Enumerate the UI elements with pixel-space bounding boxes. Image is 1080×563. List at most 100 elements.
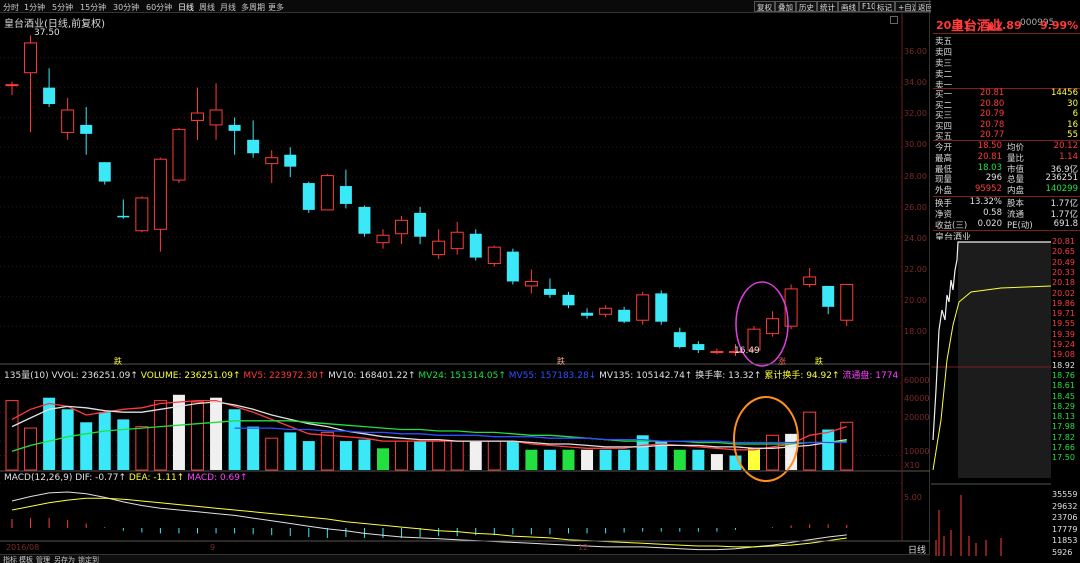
stat-value: 1.14	[1059, 151, 1078, 162]
price-axis-label: 20.00	[904, 296, 927, 305]
bid-price: 20.80	[980, 98, 1005, 109]
candle-body	[692, 344, 705, 351]
price-axis-label: 22.00	[904, 265, 927, 274]
mv135-value: MV135: 105142.74↑	[599, 371, 693, 381]
low-price-label: 16.49	[734, 346, 760, 356]
volume-bar	[191, 401, 204, 471]
event-marker[interactable]: 跌	[815, 356, 823, 367]
volume-bar	[581, 449, 594, 470]
volume-bar	[710, 454, 723, 470]
price-axis-label: 24.00	[904, 234, 927, 243]
candle-body	[599, 307, 613, 315]
candle-body	[562, 294, 575, 306]
volume-value: VOLUME: 236251.09↑	[140, 371, 241, 381]
candle-body	[43, 87, 56, 105]
volume-bar	[803, 411, 817, 471]
candle-body	[228, 124, 241, 131]
cumulative-turnover-value: 累计换手: 94.92↑	[764, 371, 840, 381]
indicator-tab-bar: 指标 模板 管理 另存为 锁定到	[0, 554, 930, 563]
bid-price: 20.79	[980, 109, 1005, 119]
price-axis-label: 36.00	[904, 47, 927, 56]
macd-series	[0, 482, 902, 551]
mv10-value: MV10: 168401.22↑	[328, 371, 416, 381]
candle-body	[710, 351, 724, 354]
price-axis-label: 28.00	[904, 172, 927, 181]
candlestick-series	[5, 35, 854, 356]
volume-bar	[320, 431, 334, 471]
bid-price: 20.77	[980, 130, 1005, 140]
intraday-price-label: 20.65	[1052, 247, 1075, 257]
intraday-volume-label: 29632	[1052, 501, 1078, 511]
volume-bar	[822, 429, 835, 470]
price-axis-label: 30.00	[904, 140, 927, 149]
volume-bar	[599, 449, 612, 470]
event-marker[interactable]: 跌	[114, 356, 122, 367]
volume-bar	[506, 441, 519, 470]
tab-manage[interactable]: 管理	[36, 555, 50, 563]
tab-indicator[interactable]: 指标	[3, 555, 17, 563]
candle-body	[209, 109, 223, 126]
volume-bar	[210, 397, 223, 470]
volume-bar	[432, 440, 446, 471]
candle-body	[822, 285, 835, 307]
volume-axis-label: 20000	[904, 413, 930, 422]
macd-value: MACD: 0.69↑	[187, 473, 248, 483]
tab-template[interactable]: 模板	[19, 555, 33, 563]
candle-body	[506, 251, 519, 282]
macd-dea-value: DEA: -1.11↑	[128, 473, 185, 483]
price-grid	[0, 57, 902, 327]
price-change: ▲1.89	[986, 19, 1022, 32]
volume-bar	[117, 419, 130, 470]
stat-value: 0.020	[977, 218, 1002, 229]
intraday-price-label: 19.08	[1052, 350, 1075, 360]
stat-value: 20.12	[1053, 141, 1078, 151]
high-price-label: 37.50	[34, 28, 60, 38]
intraday-chart[interactable]	[931, 240, 1051, 556]
kline-chart[interactable]	[0, 0, 930, 554]
bid-volume: 16	[1067, 119, 1078, 130]
intraday-price-label: 18.45	[1052, 391, 1075, 401]
stat-label: PE(动)	[1007, 220, 1033, 231]
candle-body	[618, 309, 631, 322]
tab-lock-to[interactable]: 锁定到	[78, 555, 99, 563]
event-marker[interactable]: 跌	[557, 356, 565, 367]
intraday-volume-label: 35559	[1052, 490, 1078, 499]
candle-body	[24, 42, 38, 74]
stat-value: 236251	[1045, 173, 1078, 184]
intraday-price-label: 19.39	[1052, 329, 1075, 339]
intraday-price-label: 18.76	[1052, 370, 1075, 380]
macd-legend: MACD(12,26,9) DIF: -0.77↑ DEA: -1.11↑ MA…	[4, 473, 248, 483]
volume-bar	[414, 441, 427, 470]
event-marker[interactable]: 涨	[778, 356, 786, 367]
float-shares-value: 流通盘: 1774	[842, 371, 899, 381]
volume-bar	[98, 412, 111, 470]
intraday-price-label: 20.81	[1052, 237, 1075, 246]
volume-bar	[302, 441, 315, 470]
volume-indicator-legend: 135量(10) VVOL: 236251.09↑ VOLUME: 236251…	[4, 368, 899, 381]
tab-save-as[interactable]: 另存为	[54, 555, 75, 563]
intraday-price-label: 19.55	[1052, 319, 1075, 329]
volume-bar	[358, 439, 371, 470]
candle-body	[524, 280, 538, 287]
candle-body	[80, 124, 93, 134]
volume-axis-label: 40000	[904, 394, 930, 403]
price-axis-label: 26.00	[904, 203, 927, 212]
volume-bar	[692, 449, 705, 470]
price-axis-label: 18.00	[904, 327, 927, 336]
volume-bar	[5, 400, 19, 471]
macd-dif-value: MACD(12,26,9) DIF: -0.77↑	[4, 473, 126, 483]
vvol-value: 135量(10) VVOL: 236251.09↑	[4, 371, 138, 381]
stat-value: 0.58	[983, 207, 1002, 218]
volume-bar	[395, 440, 409, 471]
bid-volume: 30	[1067, 98, 1078, 109]
candle-body	[432, 240, 446, 256]
stat-label: 外盘	[935, 186, 953, 197]
price-axis-label: 34.00	[904, 78, 927, 87]
candle-body	[487, 246, 501, 265]
intraday-price-label: 18.29	[1052, 401, 1075, 411]
volume-bar	[80, 422, 93, 470]
volume-axis-label: 10000	[904, 447, 930, 456]
candle-body	[581, 312, 594, 316]
date-axis-label: 2016/08	[6, 543, 40, 552]
stat-value: 691.8	[1053, 218, 1078, 229]
